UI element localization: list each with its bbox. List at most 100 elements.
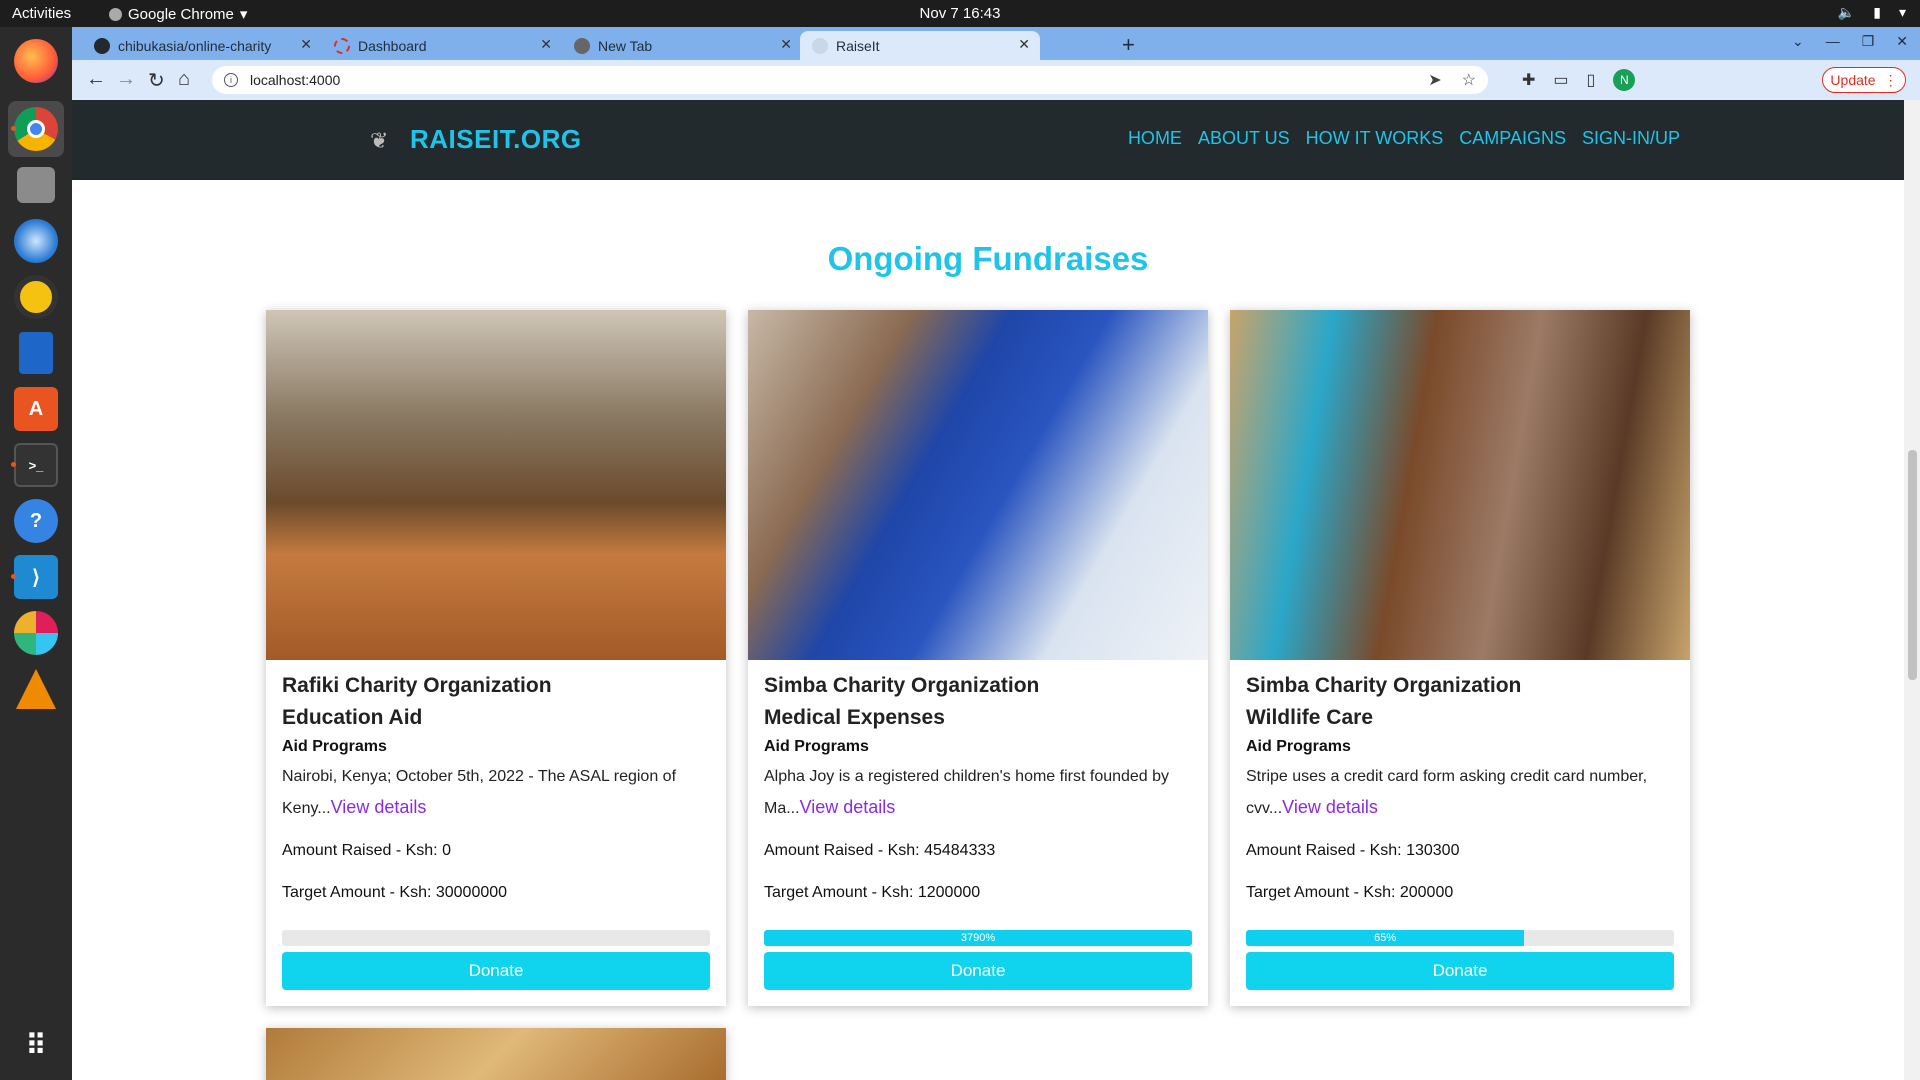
campaign-org: Rafiki Charity Organization [282,674,552,697]
slack-icon [14,611,58,655]
dock-vscode[interactable]: ⟩ [8,549,64,605]
bookmark-star-icon[interactable]: ☆ [1462,70,1476,90]
close-icon[interactable]: ✕ [300,36,312,53]
target-amount: Target Amount - Ksh: 30000000 [282,884,508,901]
tab-label: RaiseIt [836,37,880,54]
dock-files[interactable] [8,157,64,213]
campaign-description: Stripe uses a credit card form asking cr… [1246,762,1674,822]
running-indicator [11,574,16,579]
campaign-card: Simba Charity Organization Medical Expen… [748,310,1208,1006]
tab-search-icon[interactable]: ⌄ [1792,33,1804,50]
logo-icon[interactable]: ❦ [370,128,396,154]
nav-sign-in-up[interactable]: SIGN-IN/UP [1582,128,1680,149]
progress-fill: 65% [1246,930,1525,946]
campaign-category: Aid Programs [1246,738,1351,755]
site-info-icon[interactable]: i [224,73,238,87]
campaign-org: Simba Charity Organization [1246,674,1522,697]
nav-how-it-works[interactable]: HOW IT WORKS [1306,128,1444,149]
update-button[interactable]: Update ⋮ [1822,67,1906,93]
home-icon[interactable]: ⌂ [178,68,190,91]
browser-toolbar: ← → ↻ ⌂ i localhost:4000 ➤ ☆ ✚ ▭ ▯ N Upd… [72,60,1920,100]
forward-icon[interactable]: → [116,68,136,91]
minimize-icon[interactable]: — [1826,33,1840,50]
campaign-title: Wildlife Care [1246,706,1374,729]
view-details-link[interactable]: View details [800,797,896,817]
tab-new-tab[interactable]: New Tab ✕ [562,31,802,60]
dock-thunderbird[interactable] [8,213,64,269]
campaign-image-children [1230,310,1690,660]
chrome-icon [574,37,590,54]
view-details-link[interactable]: View details [331,797,427,817]
tab-dashboard[interactable]: Dashboard ✕ [322,31,562,60]
battery-icon: ▮ [1873,4,1881,20]
volume-icon: 🔈 [1837,4,1856,20]
send-icon[interactable]: ➤ [1428,70,1441,90]
dock-terminal[interactable]: >_ [8,437,64,493]
campaign-description: Alpha Joy is a registered children's hom… [764,762,1192,822]
side-panel-icon[interactable]: ▯ [1587,70,1596,90]
writer-icon [19,332,53,374]
nav-about-us[interactable]: ABOUT US [1198,128,1290,149]
show-apps-button[interactable]: ⠿ [8,1017,64,1073]
tab-github[interactable]: chibukasia/online-charity ✕ [82,31,322,60]
dock-rhythmbox[interactable] [8,269,64,325]
main-menu: HOME ABOUT US HOW IT WORKS CAMPAIGNS SIG… [1128,128,1680,149]
github-icon [94,37,110,54]
reload-icon[interactable]: ↻ [148,68,165,93]
campaign-description: Nairobi, Kenya; October 5th, 2022 - The … [282,762,710,822]
dock-software[interactable]: A [8,381,64,437]
help-icon: ? [14,499,58,543]
back-icon[interactable]: ← [86,68,106,91]
tab-label: chibukasia/online-charity [118,37,272,54]
close-icon[interactable]: ✕ [540,36,552,53]
address-bar[interactable]: i localhost:4000 ➤ ☆ [212,66,1488,94]
system-tray[interactable]: 🔈 ▮ ▾ [1838,4,1906,21]
firefox-icon [14,39,58,83]
tab-strip: chibukasia/online-charity ✕ Dashboard ✕ … [72,27,1920,60]
dock-firefox[interactable] [8,33,64,89]
url-text: localhost:4000 [250,72,341,88]
brand-name[interactable]: RAISEIT.ORG [410,124,582,155]
profile-avatar[interactable]: N [1613,69,1636,91]
dock-slack[interactable] [8,605,64,661]
loading-icon [334,37,350,54]
close-icon[interactable]: ✕ [1018,36,1030,53]
clock[interactable]: Nov 7 16:43 [0,5,1920,22]
update-label: Update [1830,72,1876,88]
cast-icon[interactable]: ▭ [1553,70,1568,90]
amount-raised: Amount Raised - Ksh: 130300 [1246,842,1460,859]
target-amount: Target Amount - Ksh: 200000 [1246,884,1454,901]
close-icon[interactable]: ✕ [780,36,792,53]
target-amount: Target Amount - Ksh: 1200000 [764,884,981,901]
view-details-link[interactable]: View details [1282,797,1378,817]
nav-campaigns[interactable]: CAMPAIGNS [1459,128,1566,149]
donate-button[interactable]: Donate [1246,952,1674,990]
rhythmbox-icon [14,275,58,319]
nav-home[interactable]: HOME [1128,128,1182,149]
dock-writer[interactable] [8,325,64,381]
extensions-icon[interactable]: ✚ [1522,70,1535,90]
close-window-icon[interactable]: ✕ [1896,33,1908,50]
restore-icon[interactable]: ❐ [1862,33,1875,50]
campaign-title: Education Aid [282,706,423,729]
progress-bar: 65% [1246,930,1674,946]
campaign-category: Aid Programs [282,738,387,755]
donate-button[interactable]: Donate [764,952,1192,990]
campaign-title: Medical Expenses [764,706,945,729]
tab-raiseit[interactable]: RaiseIt ✕ [800,31,1040,60]
chrome-icon [14,107,58,151]
tab-label: Dashboard [358,37,427,54]
page-icon [812,37,828,54]
dock-chrome[interactable] [8,101,64,157]
dock-help[interactable]: ? [8,493,64,549]
page-scrollbar[interactable] [1904,100,1920,1080]
running-indicator [11,462,16,467]
dock-vlc[interactable] [8,661,64,717]
tab-label: New Tab [598,37,653,54]
new-tab-button[interactable]: + [1122,32,1135,58]
window-controls: ⌄ — ❐ ✕ [1792,33,1908,50]
amount-raised: Amount Raised - Ksh: 45484333 [764,842,996,859]
site-navbar: ❦ RAISEIT.ORG HOME ABOUT US HOW IT WORKS… [72,100,1904,180]
scrollbar-thumb[interactable] [1908,450,1917,680]
donate-button[interactable]: Donate [282,952,710,990]
